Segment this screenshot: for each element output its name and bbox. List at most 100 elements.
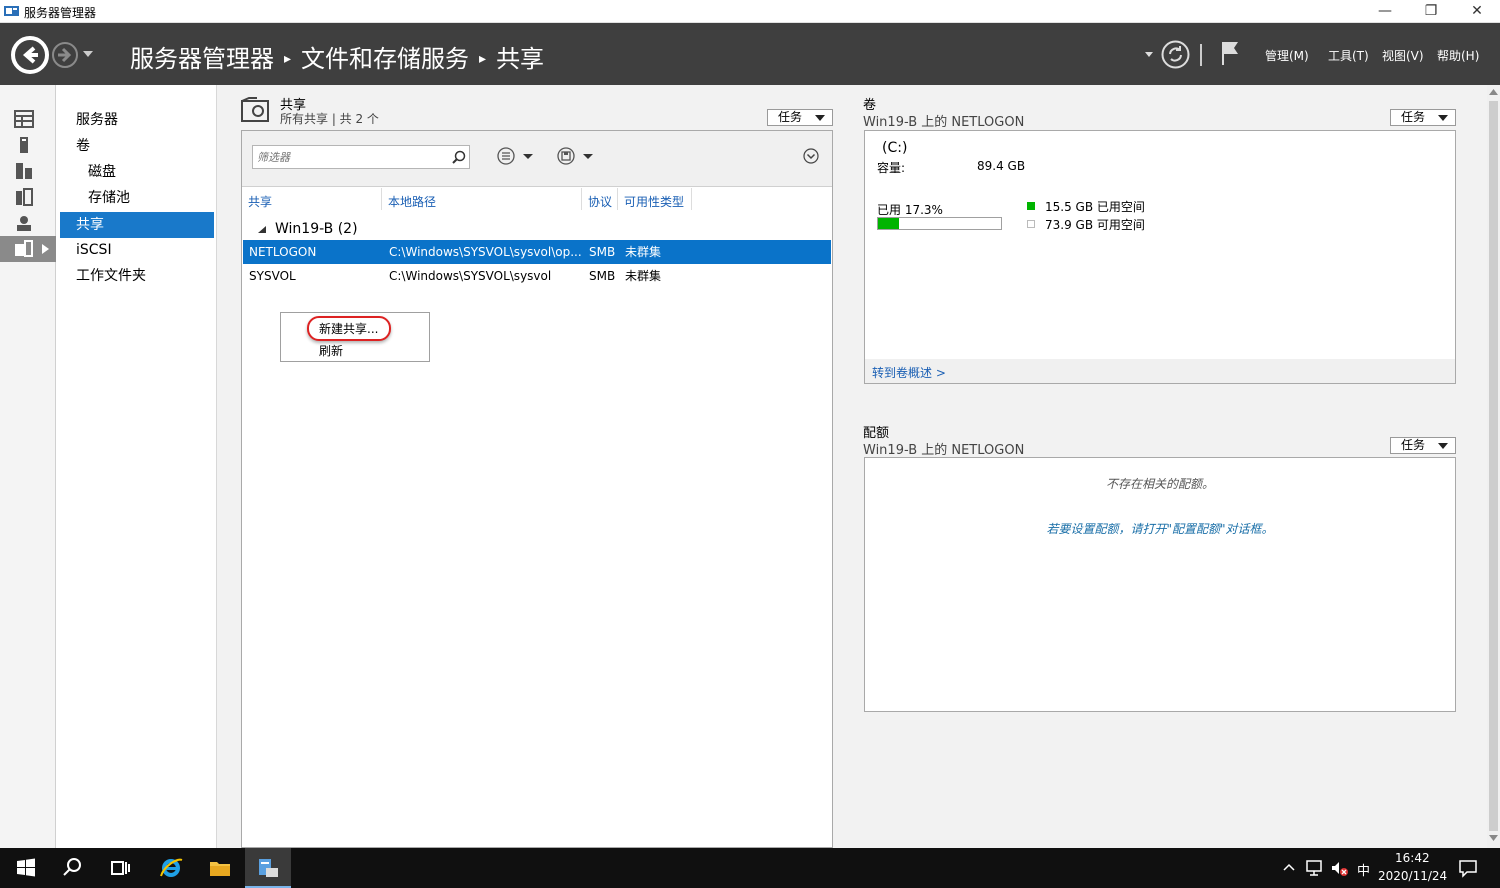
forward-button[interactable] <box>52 42 78 68</box>
nav-item-storage-pools[interactable]: 存储池 <box>88 185 130 211</box>
free-legend-swatch <box>1027 220 1035 228</box>
volume-footer: 转到卷概述 > <box>865 359 1455 383</box>
search-icon[interactable] <box>452 150 466 164</box>
group-header: Win19-B (2) <box>275 221 358 237</box>
nav-item-servers[interactable]: 服务器 <box>76 107 118 133</box>
tasks-label: 任务 <box>1401 110 1426 124</box>
capacity-value: 89.4 GB <box>977 159 1026 173</box>
table-row[interactable]: NETLOGON C:\Windows\SYSVOL\sysvol\op... … <box>243 240 831 264</box>
toolbar-divider <box>1200 44 1202 66</box>
windows-start-icon[interactable] <box>14 856 38 880</box>
minimize-button[interactable]: — <box>1362 0 1408 23</box>
input-method-indicator[interactable]: 中 <box>1357 860 1370 879</box>
menu-item-new-share[interactable]: 新建共享... <box>319 320 378 337</box>
vertical-scrollbar[interactable] <box>1487 85 1500 848</box>
column-divider <box>617 188 618 210</box>
close-button[interactable]: ✕ <box>1454 0 1500 23</box>
back-button[interactable] <box>11 36 49 74</box>
quota-hint-link[interactable]: 若要设置配额，请打开"配置配额"对话框。 <box>865 520 1455 537</box>
share-path: C:\Windows\SYSVOL\sysvol <box>389 269 552 283</box>
volume-subtitle: Win19-B 上的 NETLOGON <box>863 115 1025 130</box>
chevron-down-icon[interactable] <box>1145 52 1153 57</box>
forward-arrow-icon <box>58 47 72 63</box>
shares-subtitle: 所有共享 | 共 2 个 <box>280 112 379 126</box>
table-row[interactable]: SYSVOL C:\Windows\SYSVOL\sysvol SMB 未群集 <box>243 264 831 288</box>
share-path: C:\Windows\SYSVOL\sysvol\op... <box>389 245 582 259</box>
context-menu: 新建共享... 刷新 <box>280 312 430 362</box>
breadcrumb-separator: ▸ <box>479 51 487 67</box>
nav-item-work-folders[interactable]: 工作文件夹 <box>76 263 146 289</box>
used-legend-swatch <box>1027 202 1035 210</box>
list-view-options-icon[interactable] <box>497 147 537 165</box>
breadcrumb-file-storage[interactable]: 文件和存储服务 <box>301 45 469 73</box>
task-view-icon[interactable] <box>108 856 132 880</box>
notification-flag-icon[interactable] <box>1220 40 1242 66</box>
notifications-icon[interactable] <box>1458 858 1478 878</box>
file-services-icon[interactable] <box>14 188 34 206</box>
history-dropdown-icon[interactable] <box>83 51 93 57</box>
share-protocol: SMB <box>589 245 616 259</box>
all-servers-icon[interactable] <box>14 162 34 180</box>
show-hidden-icons-icon[interactable] <box>1283 863 1295 871</box>
clock-time[interactable]: 16:42 <box>1395 851 1430 865</box>
scroll-up-arrow-icon[interactable] <box>1489 89 1498 95</box>
drive-letter: (C:) <box>882 140 908 156</box>
quota-subtitle: Win19-B 上的 NETLOGON <box>863 443 1025 458</box>
dashboard-icon[interactable] <box>14 110 34 128</box>
share-availability: 未群集 <box>625 245 662 259</box>
menu-item-refresh[interactable]: 刷新 <box>319 342 343 359</box>
content-area: 共享 所有共享 | 共 2 个 任务 共享 本地路径 协议 可用性类型 Win1… <box>217 85 1500 848</box>
nav-item-shares[interactable]: 共享 <box>60 212 214 238</box>
file-storage-selected[interactable] <box>0 236 56 262</box>
collapse-group-icon[interactable] <box>258 226 266 233</box>
dropdown-arrow-icon <box>815 115 825 121</box>
column-share[interactable]: 共享 <box>248 193 272 210</box>
column-availability[interactable]: 可用性类型 <box>624 193 684 210</box>
menu-manage[interactable]: 管理(M) <box>1265 47 1309 64</box>
file-explorer-icon[interactable] <box>208 856 232 880</box>
search-icon[interactable] <box>60 856 84 880</box>
column-local-path[interactable]: 本地路径 <box>388 193 436 210</box>
volume-panel: (C:) 容量: 89.4 GB 已用 17.3% 15.5 GB 已用空间 7… <box>864 130 1456 384</box>
local-server-icon[interactable] <box>14 136 34 154</box>
usage-bar <box>877 217 1002 230</box>
scrollbar-thumb[interactable] <box>1489 101 1498 831</box>
back-arrow-icon <box>15 40 45 70</box>
menu-tools[interactable]: 工具(T) <box>1328 47 1369 64</box>
free-space: 73.9 GB 可用空间 <box>1045 218 1145 232</box>
column-protocol[interactable]: 协议 <box>588 193 612 210</box>
filter-input[interactable] <box>257 149 447 165</box>
quota-empty-message: 不存在相关的配额。 <box>1105 477 1214 491</box>
internet-explorer-icon[interactable] <box>159 856 183 880</box>
volume-muted-icon[interactable] <box>1330 859 1348 877</box>
quota-panel: 不存在相关的配额。 若要设置配额，请打开"配置配额"对话框。 <box>864 457 1456 712</box>
refresh-icon[interactable] <box>1161 40 1190 69</box>
network-icon[interactable] <box>1305 859 1323 877</box>
menu-view[interactable]: 视图(V) <box>1382 47 1424 64</box>
taskbar: 中 16:42 2020/11/24 <box>0 848 1500 888</box>
expand-arrow-icon <box>42 244 49 254</box>
roles-icon[interactable] <box>14 214 34 232</box>
volume-tasks-dropdown[interactable]: 任务 <box>1390 109 1456 126</box>
nav-item-volumes[interactable]: 卷 <box>76 133 90 159</box>
breadcrumb: 服务器管理器 ▸ 文件和存储服务 ▸ 共享 <box>130 39 544 74</box>
nav-item-iscsi[interactable]: iSCSI <box>76 237 112 263</box>
menu-help[interactable]: 帮助(H) <box>1437 47 1479 64</box>
server-manager-taskbar-button[interactable] <box>245 848 291 888</box>
expand-collapse-icon[interactable] <box>803 148 819 164</box>
file-storage-icon <box>15 240 33 257</box>
server-manager-app-icon <box>4 6 19 16</box>
shares-tasks-dropdown[interactable]: 任务 <box>767 109 833 126</box>
dropdown-arrow-icon <box>1438 115 1448 121</box>
dropdown-arrow-icon <box>1438 443 1448 449</box>
clock-date[interactable]: 2020/11/24 <box>1378 869 1447 883</box>
filter-box[interactable] <box>252 145 470 169</box>
breadcrumb-server-manager[interactable]: 服务器管理器 <box>130 45 274 73</box>
quota-tasks-dropdown[interactable]: 任务 <box>1390 437 1456 454</box>
volume-overview-link[interactable]: 转到卷概述 > <box>872 364 946 381</box>
save-query-icon[interactable] <box>557 147 597 165</box>
nav-item-disks[interactable]: 磁盘 <box>88 159 116 185</box>
shares-panel: 共享 本地路径 协议 可用性类型 Win19-B (2) NETLOGON C:… <box>241 130 833 848</box>
restore-button[interactable]: ❐ <box>1408 0 1454 23</box>
scroll-down-arrow-icon[interactable] <box>1489 835 1498 841</box>
